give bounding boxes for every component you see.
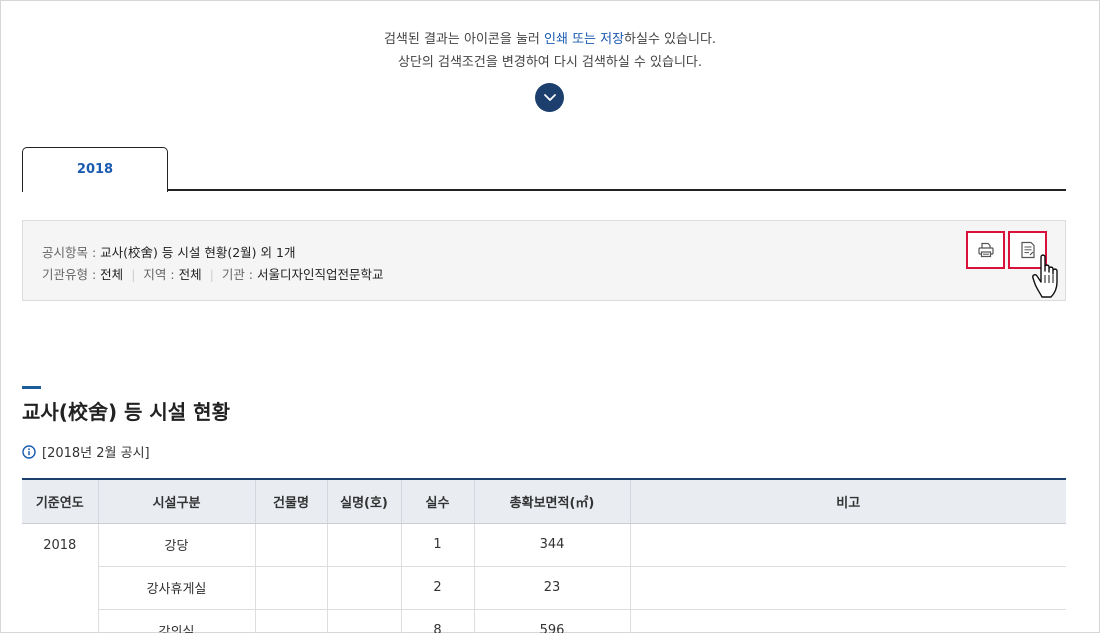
table-row: 강의실 8 596 (22, 609, 1066, 633)
building-cell (254, 609, 327, 633)
count-cell: 2 (400, 566, 474, 610)
org-label: 기관 : (221, 267, 257, 282)
area-cell: 596 (473, 609, 630, 633)
table-row: 2018 강당 1 344 (22, 523, 1066, 567)
facility-table: 기준연도 시설구분 건물명 실명(호) 실수 총확보면적(㎡) 비고 2018 … (22, 478, 1066, 633)
org-value: 서울디자인직업전문학교 (256, 267, 384, 282)
notice-line-2: 상단의 검색조건을 변경하여 다시 검색하실 수 있습니다. (397, 55, 702, 70)
tab-underline (22, 189, 1066, 191)
area-cell: 23 (473, 566, 630, 610)
count-cell: 8 (400, 609, 474, 633)
info-icon (22, 444, 36, 459)
room-cell (326, 566, 401, 610)
room-cell (326, 523, 401, 567)
table-header-row: 기준연도 시설구분 건물명 실명(호) 실수 총확보면적(㎡) 비고 (22, 478, 1066, 524)
notice-highlight: 인쇄 또는 저장 (544, 32, 625, 47)
header-building-name: 건물명 (254, 478, 327, 524)
region-label: 지역 : (143, 267, 179, 282)
facility-cell: 강의실 (97, 609, 255, 633)
header-total-area: 총확보면적(㎡) (473, 478, 630, 524)
facility-cell: 강사휴게실 (97, 566, 255, 610)
publication-date: [2018년 2월 공시] (42, 446, 150, 461)
region-value: 전체 (178, 267, 202, 282)
facility-cell: 강당 (97, 523, 255, 567)
room-cell (326, 609, 401, 633)
type-value: 전체 (100, 267, 124, 282)
area-cell: 344 (473, 523, 630, 567)
info-item-line: 공시항목 : 교사(校舍) 등 시설 현황(2월) 외 1개 (42, 242, 295, 261)
search-info-box: 공시항목 : 교사(校舍) 등 시설 현황(2월) 외 1개 기관유형 : 전체… (22, 220, 1066, 301)
notice-line-1-text: 검색된 결과는 아이콘을 눌러 (383, 32, 545, 47)
separator: | (131, 267, 136, 282)
notice-line-1-suffix: 하실수 있습니다. (624, 32, 717, 47)
info-filter-line: 기관유형 : 전체 | 지역 : 전체 | 기관 : 서울디자인직업전문학교 (42, 264, 384, 283)
item-label: 공시항목 : (42, 245, 101, 260)
year-cell: 2018 (43, 537, 77, 553)
type-label: 기관유형 : (42, 267, 101, 282)
notice-text: 검색된 결과는 아이콘을 눌러 인쇄 또는 저장하실수 있습니다. 상단의 검색… (0, 28, 1100, 74)
section-title-accent (22, 386, 41, 389)
hand-pointer-icon (1032, 254, 1058, 298)
count-cell: 1 (400, 523, 474, 567)
note-cell (629, 609, 1066, 633)
header-room-count: 실수 (400, 478, 474, 524)
print-icon (977, 242, 994, 258)
note-cell (629, 566, 1066, 610)
building-cell (254, 523, 327, 567)
item-value: 교사(校舍) 등 시설 현황(2월) 외 1개 (100, 245, 296, 260)
header-base-year: 기준연도 (22, 478, 98, 524)
publication-note: [2018년 2월 공시] (22, 442, 150, 461)
section-title: 교사(校舍) 등 시설 현황 (22, 400, 230, 424)
print-button[interactable] (966, 231, 1005, 269)
header-facility-type: 시설구분 (97, 478, 255, 524)
chevron-down-icon (543, 93, 556, 101)
building-cell (254, 566, 327, 610)
notice-line-1: 검색된 결과는 아이콘을 눌러 인쇄 또는 저장하실수 있습니다. (0, 28, 1100, 51)
note-cell (629, 523, 1066, 567)
header-room-name: 실명(호) (326, 478, 401, 524)
toggle-search-button[interactable] (535, 83, 564, 112)
tab-2018[interactable]: 2018 (22, 147, 168, 192)
header-remarks: 비고 (629, 478, 1066, 524)
separator: | (209, 267, 214, 282)
table-row: 강사휴게실 2 23 (22, 566, 1066, 610)
